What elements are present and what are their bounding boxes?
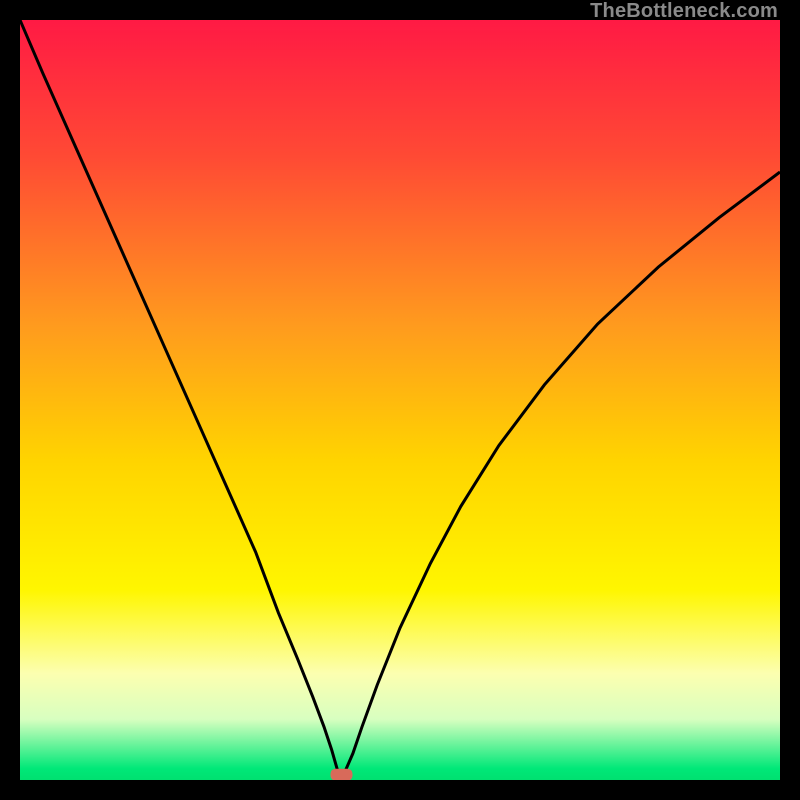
chart-svg <box>20 20 780 780</box>
optimal-marker <box>331 769 353 780</box>
gradient-background <box>20 20 780 780</box>
watermark-text: TheBottleneck.com <box>590 0 778 23</box>
chart-frame <box>20 20 780 780</box>
